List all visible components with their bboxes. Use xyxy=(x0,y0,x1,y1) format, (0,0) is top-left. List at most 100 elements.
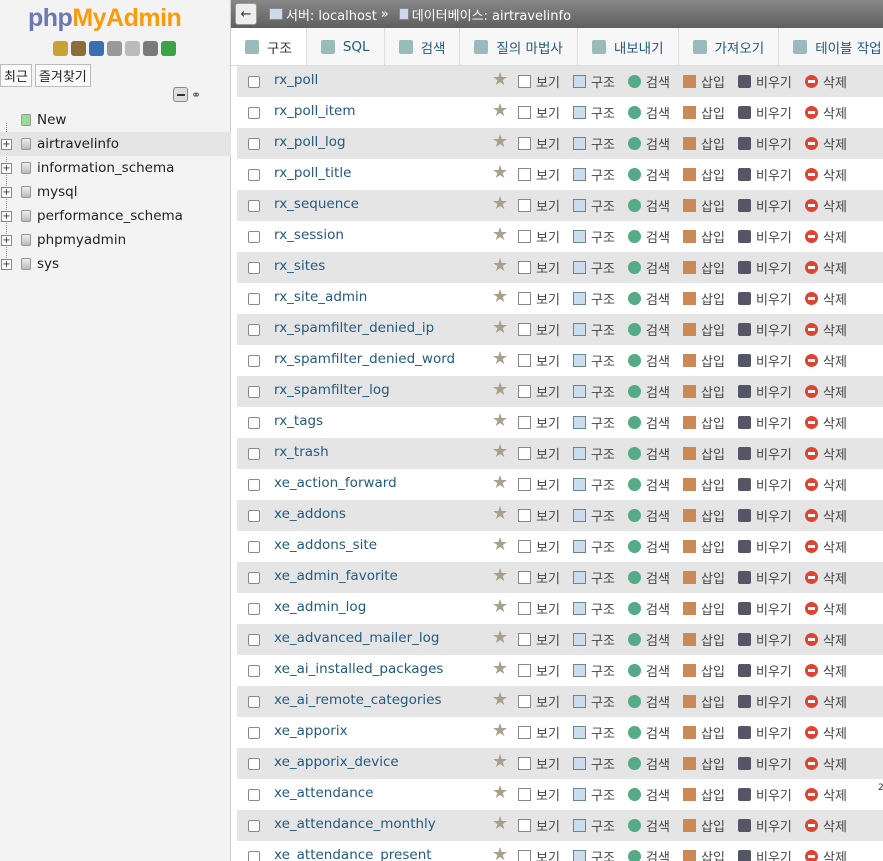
tab-import[interactable]: 가져오기 xyxy=(679,28,780,65)
tab-query-wizard[interactable]: 질의 마법사 xyxy=(460,28,578,65)
database-name[interactable]: phpmyadmin xyxy=(37,232,126,248)
search-action[interactable]: 검색 xyxy=(628,847,670,861)
structure-action[interactable]: 구조 xyxy=(573,537,615,556)
table-name-link[interactable]: xe_apporix_device xyxy=(274,754,399,770)
insert-action[interactable]: 삽입 xyxy=(683,134,725,153)
favorite-star-icon[interactable]: ★ xyxy=(492,441,508,462)
table-name-link[interactable]: rx_poll xyxy=(274,72,318,88)
empty-action[interactable]: 비우기 xyxy=(738,754,792,773)
database-name[interactable]: performance_schema xyxy=(37,208,183,224)
drop-action[interactable]: 삭제 xyxy=(805,196,847,215)
row-checkbox[interactable] xyxy=(248,169,260,181)
row-checkbox[interactable] xyxy=(248,665,260,677)
insert-action[interactable]: 삽입 xyxy=(683,72,725,91)
row-checkbox[interactable] xyxy=(248,355,260,367)
drop-action[interactable]: 삭제 xyxy=(805,382,847,401)
drop-action[interactable]: 삭제 xyxy=(805,258,847,277)
table-name-link[interactable]: xe_attendance_monthly xyxy=(274,816,436,832)
expand-icon[interactable]: + xyxy=(1,186,12,198)
row-checkbox[interactable] xyxy=(248,448,260,460)
table-name-link[interactable]: rx_session xyxy=(274,227,344,243)
copy-icon[interactable] xyxy=(125,41,140,56)
new-database-item[interactable]: New xyxy=(0,108,231,132)
favorite-star-icon[interactable]: ★ xyxy=(492,224,508,245)
search-action[interactable]: 검색 xyxy=(628,196,670,215)
drop-action[interactable]: 삭제 xyxy=(805,754,847,773)
database-name[interactable]: sys xyxy=(37,256,59,272)
browse-action[interactable]: 보기 xyxy=(518,754,560,773)
favorite-star-icon[interactable]: ★ xyxy=(492,534,508,555)
database-item[interactable]: + sys xyxy=(0,252,231,276)
browse-action[interactable]: 보기 xyxy=(518,413,560,432)
drop-action[interactable]: 삭제 xyxy=(805,289,847,308)
structure-action[interactable]: 구조 xyxy=(573,289,615,308)
empty-action[interactable]: 비우기 xyxy=(738,785,792,804)
row-checkbox[interactable] xyxy=(248,634,260,646)
search-action[interactable]: 검색 xyxy=(628,475,670,494)
insert-action[interactable]: 삽입 xyxy=(683,320,725,339)
insert-action[interactable]: 삽입 xyxy=(683,444,725,463)
drop-action[interactable]: 삭제 xyxy=(805,444,847,463)
database-item[interactable]: + information_schema xyxy=(0,156,231,180)
empty-action[interactable]: 비우기 xyxy=(738,320,792,339)
favorite-star-icon[interactable]: ★ xyxy=(492,596,508,617)
link-with-main-icon[interactable]: ⚭ xyxy=(191,88,201,102)
drop-action[interactable]: 삭제 xyxy=(805,227,847,246)
search-action[interactable]: 검색 xyxy=(628,785,670,804)
drop-action[interactable]: 삭제 xyxy=(805,568,847,587)
row-checkbox[interactable] xyxy=(248,200,260,212)
search-action[interactable]: 검색 xyxy=(628,568,670,587)
search-action[interactable]: 검색 xyxy=(628,320,670,339)
search-action[interactable]: 검색 xyxy=(628,72,670,91)
empty-action[interactable]: 비우기 xyxy=(738,599,792,618)
search-action[interactable]: 검색 xyxy=(628,723,670,742)
structure-action[interactable]: 구조 xyxy=(573,475,615,494)
database-item[interactable]: + phpmyadmin xyxy=(0,228,231,252)
insert-action[interactable]: 삽입 xyxy=(683,506,725,525)
structure-action[interactable]: 구조 xyxy=(573,258,615,277)
row-checkbox[interactable] xyxy=(248,479,260,491)
breadcrumb-database[interactable]: 데이터베이스: airtravelinfo xyxy=(412,5,571,24)
row-checkbox[interactable] xyxy=(248,541,260,553)
reload-icon[interactable] xyxy=(161,41,176,56)
search-action[interactable]: 검색 xyxy=(628,599,670,618)
browse-action[interactable]: 보기 xyxy=(518,289,560,308)
empty-action[interactable]: 비우기 xyxy=(738,568,792,587)
favorite-star-icon[interactable]: ★ xyxy=(492,472,508,493)
table-name-link[interactable]: rx_trash xyxy=(274,444,329,460)
insert-action[interactable]: 삽입 xyxy=(683,599,725,618)
row-checkbox[interactable] xyxy=(248,603,260,615)
table-name-link[interactable]: xe_addons xyxy=(274,506,346,522)
search-action[interactable]: 검색 xyxy=(628,227,670,246)
browse-action[interactable]: 보기 xyxy=(518,72,560,91)
table-name-link[interactable]: xe_admin_log xyxy=(274,599,366,615)
drop-action[interactable]: 삭제 xyxy=(805,537,847,556)
drop-action[interactable]: 삭제 xyxy=(805,661,847,680)
favorite-star-icon[interactable]: ★ xyxy=(492,193,508,214)
table-name-link[interactable]: rx_poll_item xyxy=(274,103,356,119)
search-action[interactable]: 검색 xyxy=(628,692,670,711)
browse-action[interactable]: 보기 xyxy=(518,692,560,711)
table-name-link[interactable]: rx_site_admin xyxy=(274,289,367,305)
structure-action[interactable]: 구조 xyxy=(573,661,615,680)
empty-action[interactable]: 비우기 xyxy=(738,134,792,153)
drop-action[interactable]: 삭제 xyxy=(805,413,847,432)
insert-action[interactable]: 삽입 xyxy=(683,382,725,401)
database-item[interactable]: + mysql xyxy=(0,180,231,204)
structure-action[interactable]: 구조 xyxy=(573,134,615,153)
empty-action[interactable]: 비우기 xyxy=(738,382,792,401)
row-checkbox[interactable] xyxy=(248,293,260,305)
recent-button[interactable]: 최근 xyxy=(0,64,32,87)
expand-icon[interactable]: + xyxy=(1,162,12,174)
table-name-link[interactable]: xe_advanced_mailer_log xyxy=(274,630,439,646)
tab-operations[interactable]: 테이블 작업 xyxy=(779,28,883,65)
search-action[interactable]: 검색 xyxy=(628,103,670,122)
favorite-star-icon[interactable]: ★ xyxy=(492,100,508,121)
search-action[interactable]: 검색 xyxy=(628,382,670,401)
drop-action[interactable]: 삭제 xyxy=(805,475,847,494)
insert-action[interactable]: 삽입 xyxy=(683,227,725,246)
search-action[interactable]: 검색 xyxy=(628,258,670,277)
insert-action[interactable]: 삽입 xyxy=(683,413,725,432)
insert-action[interactable]: 삽입 xyxy=(683,289,725,308)
empty-action[interactable]: 비우기 xyxy=(738,289,792,308)
